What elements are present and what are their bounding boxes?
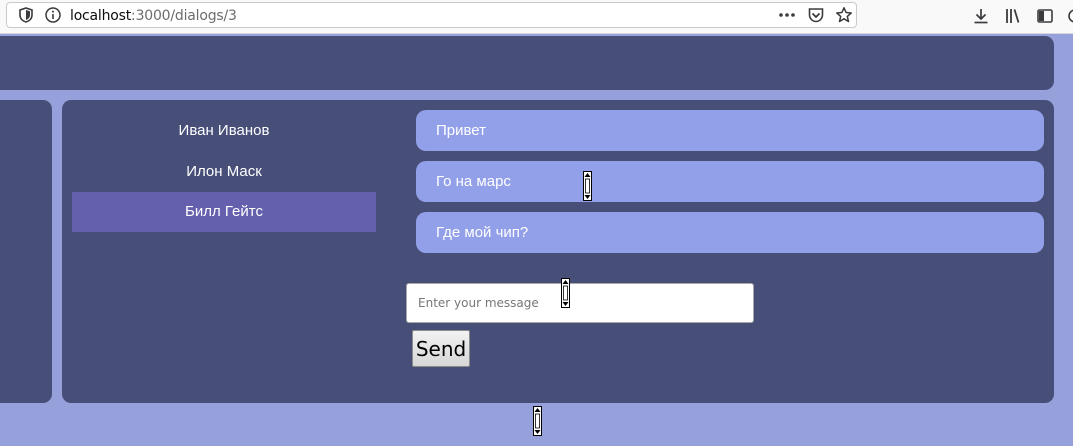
- url-path: :3000/dialogs/3: [131, 8, 237, 24]
- app-header: [0, 36, 1054, 90]
- shield-icon[interactable]: [17, 6, 35, 24]
- dialog-item-active[interactable]: Билл Гейтс: [72, 192, 376, 232]
- resize-cursor-icon: [561, 278, 570, 308]
- sidebar-nav: [0, 100, 52, 403]
- overflow-icon[interactable]: [1066, 7, 1073, 25]
- browser-toolbar: localhost:3000/dialogs/3: [0, 0, 1073, 34]
- download-icon[interactable]: [972, 7, 990, 25]
- resize-cursor-icon: [533, 406, 542, 436]
- dialog-item[interactable]: Иван Иванов: [72, 111, 376, 151]
- send-button[interactable]: Send: [412, 330, 470, 367]
- message-bubble: Го на марс: [416, 161, 1044, 202]
- message-bubble: Где мой чип?: [416, 212, 1044, 253]
- message-input[interactable]: [406, 283, 754, 323]
- library-icon[interactable]: [1004, 7, 1022, 25]
- dialog-item[interactable]: Илон Маск: [72, 152, 376, 192]
- address-bar[interactable]: localhost:3000/dialogs/3: [6, 2, 857, 28]
- url-host: localhost: [70, 8, 132, 24]
- message-bubble: Привет: [416, 110, 1044, 151]
- sidebar-icon[interactable]: [1036, 7, 1054, 25]
- pocket-icon[interactable]: [807, 6, 825, 24]
- star-icon[interactable]: [835, 6, 853, 24]
- resize-cursor-icon: [583, 171, 592, 201]
- info-icon[interactable]: [44, 6, 62, 24]
- url-text[interactable]: localhost:3000/dialogs/3: [70, 8, 237, 24]
- more-icon[interactable]: [778, 6, 796, 24]
